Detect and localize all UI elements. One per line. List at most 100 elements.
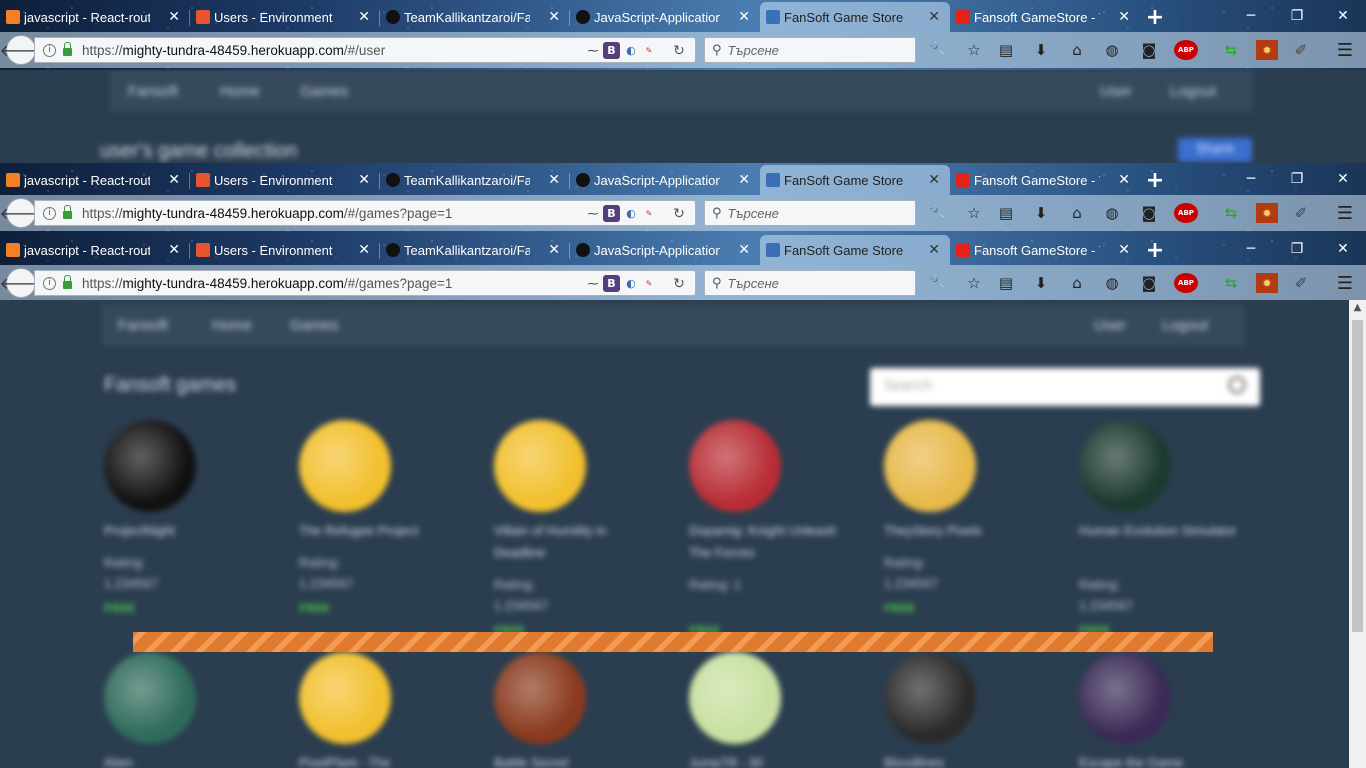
tab-stackoverflow[interactable]: javascript - React-router ✕ bbox=[0, 2, 190, 32]
maximize-icon[interactable]: ❐ bbox=[1274, 0, 1320, 32]
url-bar[interactable]: i https://mighty-tundra-48459.herokuapp.… bbox=[34, 200, 696, 226]
nav-games-link[interactable]: Games bbox=[290, 317, 338, 334]
picker-icon[interactable]: ✐ bbox=[1290, 203, 1312, 223]
game-thumbnail[interactable] bbox=[299, 420, 391, 512]
mustache-icon[interactable]: ⁓ bbox=[585, 205, 601, 222]
maximize-icon[interactable]: ❐ bbox=[1274, 163, 1320, 195]
close-icon[interactable]: ✕ bbox=[168, 242, 180, 258]
back-button[interactable]: 🡐 bbox=[0, 268, 42, 298]
close-window-icon[interactable]: ✕ bbox=[1320, 233, 1366, 265]
tab-github-team[interactable]: TeamKallikantzaroi/Fans ✕ bbox=[380, 165, 570, 195]
picker-icon[interactable]: ✐ bbox=[1290, 40, 1312, 60]
close-icon[interactable]: ✕ bbox=[168, 172, 180, 188]
game-title[interactable]: Battle Secret bbox=[494, 752, 654, 768]
close-icon[interactable]: ✕ bbox=[168, 9, 180, 25]
game-card[interactable]: PixelPlant - The bbox=[299, 652, 459, 768]
tab-environment[interactable]: Users - Environment ✕ bbox=[190, 235, 380, 265]
bookmark-star-icon[interactable]: ☆ bbox=[963, 203, 985, 223]
close-icon[interactable]: ✕ bbox=[1118, 172, 1130, 188]
tab-stackoverflow[interactable]: javascript - React-router ✕ bbox=[0, 165, 190, 195]
close-icon[interactable]: ✕ bbox=[1118, 9, 1130, 25]
font-icon[interactable]: ✎ bbox=[641, 275, 657, 292]
game-title[interactable]: Dopamig: Knight Unleash The Forces bbox=[689, 520, 849, 564]
maximize-icon[interactable]: ❐ bbox=[1274, 233, 1320, 265]
nav-user-link[interactable]: User bbox=[1094, 317, 1126, 334]
wordpress-icon[interactable]: ◐ bbox=[623, 42, 639, 59]
tab-github-team[interactable]: TeamKallikantzaroi/Fans ✕ bbox=[380, 235, 570, 265]
game-thumbnail[interactable] bbox=[884, 652, 976, 744]
scroll-up-icon[interactable]: ▲ bbox=[1349, 302, 1366, 313]
game-thumbnail[interactable] bbox=[689, 420, 781, 512]
url-bar[interactable]: i https://mighty-tundra-48459.herokuapp.… bbox=[34, 37, 696, 63]
game-title[interactable]: Bloodlines bbox=[884, 752, 1044, 768]
sync-icon[interactable]: ⇆ bbox=[1220, 273, 1242, 293]
pocket-icon[interactable]: ◙ bbox=[1138, 203, 1160, 223]
game-thumbnail[interactable] bbox=[884, 420, 976, 512]
game-thumbnail[interactable] bbox=[104, 420, 196, 512]
game-card[interactable]: TheyStory Pixels Rating: 1.234567 FREE bbox=[884, 420, 1044, 630]
pocket-icon[interactable]: ◙ bbox=[1138, 273, 1160, 293]
tab-fansoft[interactable]: FanSoft Game Store ✕ bbox=[760, 2, 950, 32]
globe-icon[interactable]: ◍ bbox=[1101, 40, 1123, 60]
new-tab-button[interactable]: + bbox=[1140, 165, 1170, 195]
mustache-icon[interactable]: ⁓ bbox=[585, 42, 601, 59]
close-icon[interactable]: ✕ bbox=[1118, 242, 1130, 258]
wrench-icon[interactable]: 🔧 bbox=[927, 40, 949, 60]
picker-icon[interactable]: ✐ bbox=[1290, 273, 1312, 293]
close-icon[interactable]: ✕ bbox=[928, 172, 940, 188]
close-icon[interactable]: ✕ bbox=[928, 242, 940, 258]
home-icon[interactable]: ⌂ bbox=[1066, 273, 1088, 293]
tab-youtube[interactable]: Fansoft GameStore - You ✕ bbox=[950, 165, 1140, 195]
home-icon[interactable]: ⌂ bbox=[1066, 203, 1088, 223]
url-bar[interactable]: i https://mighty-tundra-48459.herokuapp.… bbox=[34, 270, 696, 296]
game-thumbnail[interactable] bbox=[299, 652, 391, 744]
mustache-icon[interactable]: ⁓ bbox=[585, 275, 601, 292]
close-icon[interactable]: ✕ bbox=[738, 172, 750, 188]
bookmark-star-icon[interactable]: ☆ bbox=[963, 273, 985, 293]
nav-home-link[interactable]: Home bbox=[220, 83, 260, 100]
nav-games-link[interactable]: Games bbox=[300, 83, 348, 100]
adblock-icon[interactable]: ABP bbox=[1174, 40, 1198, 60]
adblock-icon[interactable]: ABP bbox=[1174, 203, 1198, 223]
game-card[interactable]: JumpTill - 30 bbox=[689, 652, 849, 768]
firebug-icon[interactable]: ✹ bbox=[1256, 203, 1278, 223]
bookmarks-list-icon[interactable]: ▤ bbox=[995, 203, 1017, 223]
nav-home-link[interactable]: Home bbox=[212, 317, 252, 334]
close-icon[interactable]: ✕ bbox=[928, 9, 940, 25]
url-text[interactable]: https://mighty-tundra-48459.herokuapp.co… bbox=[82, 43, 385, 58]
tab-github-team[interactable]: TeamKallikantzaroi/Fans ✕ bbox=[380, 2, 570, 32]
url-text[interactable]: https://mighty-tundra-48459.herokuapp.co… bbox=[82, 206, 452, 221]
game-title[interactable]: TheyStory Pixels bbox=[884, 520, 1044, 542]
page-scrollbar[interactable]: ▲ bbox=[1349, 300, 1366, 768]
game-thumbnail[interactable] bbox=[1079, 652, 1171, 744]
back-button[interactable]: 🡐 bbox=[0, 35, 42, 65]
search-field[interactable]: ⚲ Търсене bbox=[704, 200, 916, 226]
close-icon[interactable]: ✕ bbox=[358, 9, 370, 25]
game-card[interactable]: The Refugee Project Rating: 1.234567 FREE bbox=[299, 420, 459, 630]
brand-link[interactable]: Fansoft bbox=[118, 317, 168, 334]
globe-icon[interactable]: ◍ bbox=[1101, 273, 1123, 293]
adblock-icon[interactable]: ABP bbox=[1174, 273, 1198, 293]
info-icon[interactable]: i bbox=[43, 206, 56, 220]
back-button[interactable]: 🡐 bbox=[0, 198, 42, 228]
tab-youtube[interactable]: Fansoft GameStore - You ✕ bbox=[950, 2, 1140, 32]
wordpress-icon[interactable]: ◐ bbox=[623, 275, 639, 292]
game-card[interactable]: Human Evolution Simulator Rating: 1.234567… bbox=[1079, 420, 1239, 637]
game-thumbnail[interactable] bbox=[494, 420, 586, 512]
tab-environment[interactable]: Users - Environment ✕ bbox=[190, 165, 380, 195]
game-thumbnail[interactable] bbox=[494, 652, 586, 744]
menu-icon[interactable]: ☰ bbox=[1334, 40, 1356, 61]
pocket-icon[interactable]: ◙ bbox=[1138, 40, 1160, 60]
tab-youtube[interactable]: Fansoft GameStore - You ✕ bbox=[950, 235, 1140, 265]
reload-icon[interactable]: ↻ bbox=[671, 275, 687, 292]
reload-icon[interactable]: ↻ bbox=[671, 205, 687, 222]
game-card[interactable]: Bloodlines bbox=[884, 652, 1044, 768]
game-card[interactable]: ProjectNight Rating: 1.234567 FREE bbox=[104, 420, 264, 630]
tab-github-js[interactable]: JavaScript-Applications/ ✕ bbox=[570, 165, 760, 195]
home-icon[interactable]: ⌂ bbox=[1066, 40, 1088, 60]
game-card[interactable]: Villain of Humility in Deadline Rating: 1.… bbox=[494, 420, 654, 637]
info-icon[interactable]: i bbox=[43, 43, 56, 57]
game-card[interactable]: Alien bbox=[104, 652, 264, 768]
close-icon[interactable]: ✕ bbox=[358, 242, 370, 258]
firebug-icon[interactable]: ✹ bbox=[1256, 273, 1278, 293]
